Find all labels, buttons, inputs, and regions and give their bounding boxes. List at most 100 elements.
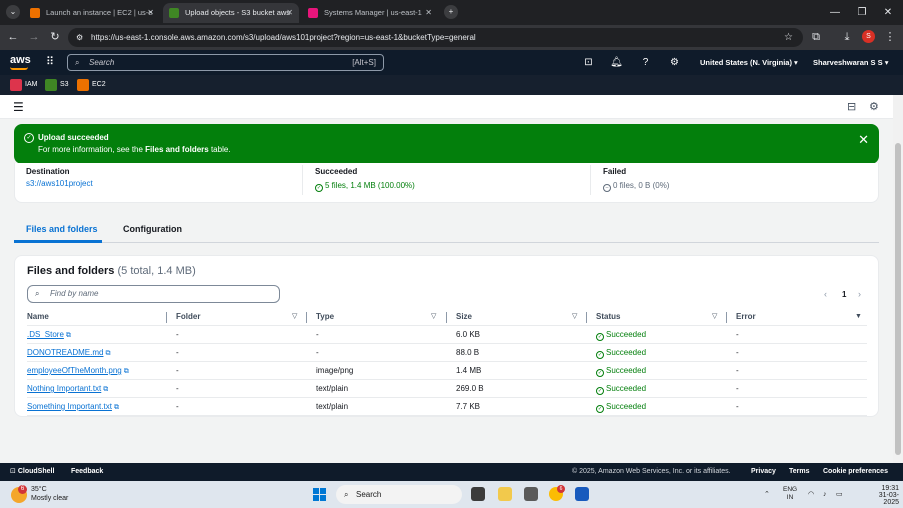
- sort-caret-icon[interactable]: ▼: [855, 311, 862, 323]
- column-status[interactable]: Status: [596, 311, 620, 323]
- file-type: text/plain: [316, 384, 349, 393]
- url-field[interactable]: ⚙ https://us-east-1.console.aws.amazon.c…: [68, 28, 803, 47]
- column-separator[interactable]: [446, 312, 447, 323]
- windows-start-icon[interactable]: [313, 488, 326, 501]
- file-name-link[interactable]: .DS_Store ⧉: [27, 330, 71, 340]
- find-by-name-input[interactable]: ⌕ Find by name: [27, 285, 280, 303]
- language-indicator[interactable]: ENG IN: [783, 486, 797, 502]
- column-name[interactable]: Name: [27, 311, 49, 323]
- wifi-icon[interactable]: ◠: [808, 481, 814, 508]
- prev-page-icon[interactable]: ‹: [824, 289, 827, 299]
- cloudshell-icon[interactable]: ⊡: [582, 56, 595, 69]
- info-panel-icon[interactable]: ⊟: [847, 100, 856, 113]
- file-name-link[interactable]: Something Important.txt ⧉: [27, 402, 119, 412]
- column-error[interactable]: Error: [736, 311, 756, 323]
- tray-chevron-icon[interactable]: ⌃: [764, 481, 770, 508]
- terminal-app-icon[interactable]: [471, 487, 485, 501]
- browser-tab-ec2[interactable]: Launch an instance | EC2 | us-e ✕: [24, 3, 160, 23]
- download-icon[interactable]: ⤓: [840, 30, 854, 44]
- bell-icon[interactable]: 🔔︎: [610, 56, 623, 69]
- succeeded-value-row: ✓ 5 files, 1.4 MB (100.00%): [315, 181, 415, 192]
- ssm-favicon-icon: [308, 8, 318, 18]
- close-tab-icon[interactable]: ✕: [147, 3, 154, 23]
- column-separator[interactable]: [166, 312, 167, 323]
- taskbar-search[interactable]: ⌕ Search: [336, 485, 462, 504]
- success-check-icon: ✓: [596, 387, 604, 395]
- file-name-link[interactable]: Nothing Important.txt ⧉: [27, 384, 108, 394]
- cloudshell-link[interactable]: ⊡ CloudShell: [10, 463, 54, 481]
- column-type[interactable]: Type: [316, 311, 334, 323]
- close-window-icon[interactable]: ✕: [873, 0, 903, 25]
- app-icon[interactable]: [524, 487, 538, 501]
- account-menu[interactable]: Sharveshwaran S S ▾: [813, 50, 888, 75]
- forward-icon[interactable]: →: [27, 30, 41, 44]
- menu-dots-icon[interactable]: ⋮: [883, 30, 897, 44]
- region-selector[interactable]: United States (N. Virginia) ▾: [700, 50, 798, 75]
- minimize-icon[interactable]: —: [820, 0, 850, 25]
- back-icon[interactable]: ←: [6, 30, 20, 44]
- gear-icon[interactable]: ⚙: [668, 56, 681, 69]
- battery-icon[interactable]: ▭: [836, 481, 843, 508]
- word-icon[interactable]: [575, 487, 589, 501]
- browser-tab-ssm[interactable]: Systems Manager | us-east-1 ✕: [302, 3, 438, 23]
- site-info-icon[interactable]: ⚙: [76, 28, 83, 47]
- success-check-icon: ✓: [596, 333, 604, 341]
- tab-files-and-folders[interactable]: Files and folders: [26, 224, 98, 234]
- table-row: DONOTREADME.md ⧉ - - 88.0 B ✓ Succeeded -: [27, 344, 867, 362]
- upload-summary: Destination s3://aws101project Succeeded…: [14, 163, 879, 203]
- settings-cog-icon[interactable]: ⚙: [869, 100, 879, 113]
- page-scrollbar[interactable]: [893, 95, 903, 463]
- help-icon[interactable]: ?: [639, 56, 652, 69]
- scroll-thumb[interactable]: [895, 143, 901, 455]
- feedback-link[interactable]: Feedback: [71, 463, 103, 481]
- banner-message: For more information, see the Files and …: [38, 145, 231, 154]
- table-row: employeeOfTheMonth.png ⧉ - image/png 1.4 MB ✓…: [27, 362, 867, 380]
- browser-tab-s3[interactable]: Upload objects - S3 bucket aws ✕: [163, 3, 299, 23]
- failed-label: Failed: [603, 167, 627, 176]
- close-tab-icon[interactable]: ✕: [286, 3, 293, 23]
- file-folder: -: [176, 366, 179, 375]
- tab-configuration[interactable]: Configuration: [123, 224, 182, 234]
- favorite-iam[interactable]: IAM: [10, 79, 37, 91]
- file-name-link[interactable]: employeeOfTheMonth.png ⧉: [27, 366, 129, 376]
- sort-caret-icon[interactable]: ▽: [712, 311, 717, 323]
- profile-avatar[interactable]: S: [862, 30, 875, 43]
- column-separator[interactable]: [726, 312, 727, 323]
- file-name-link[interactable]: DONOTREADME.md ⧉: [27, 348, 110, 358]
- sort-caret-icon[interactable]: ▽: [572, 311, 577, 323]
- file-status: ✓ Succeeded: [596, 330, 646, 341]
- close-banner-icon[interactable]: ✕: [858, 132, 869, 148]
- favorite-ec2[interactable]: EC2: [77, 79, 106, 91]
- tab-search-icon[interactable]: ⌄: [6, 5, 20, 19]
- file-explorer-icon[interactable]: [498, 487, 512, 501]
- file-error: -: [736, 330, 739, 339]
- bookmark-star-icon[interactable]: ☆: [784, 28, 793, 47]
- extensions-icon[interactable]: ⧉: [809, 30, 823, 44]
- services-grid-icon[interactable]: ⠿: [46, 56, 58, 68]
- new-tab-icon[interactable]: +: [444, 5, 458, 19]
- external-link-icon: ⧉: [65, 332, 71, 339]
- hamburger-menu-icon[interactable]: ☰: [13, 100, 24, 114]
- cookie-preferences-link[interactable]: Cookie preferences: [823, 463, 888, 481]
- column-folder[interactable]: Folder: [176, 311, 200, 323]
- aws-search-input[interactable]: ⌕ Search [Alt+S]: [67, 54, 384, 71]
- aws-top-nav: aws ⠿ ⌕ Search [Alt+S] ⊡ 🔔︎ ? ⚙ United S…: [0, 50, 903, 75]
- privacy-link[interactable]: Privacy: [751, 463, 776, 481]
- favorite-s3[interactable]: S3: [45, 79, 69, 91]
- column-size[interactable]: Size: [456, 311, 472, 323]
- browser-tab-bar: ⌄ Launch an instance | EC2 | us-e ✕ Uplo…: [0, 0, 903, 25]
- s3-service-icon: [45, 79, 57, 91]
- column-separator[interactable]: [586, 312, 587, 323]
- sort-caret-icon[interactable]: ▽: [431, 311, 436, 323]
- volume-icon[interactable]: ♪: [823, 481, 827, 508]
- page-number[interactable]: 1: [842, 290, 846, 299]
- aws-logo[interactable]: aws: [10, 54, 31, 66]
- terms-link[interactable]: Terms: [789, 463, 810, 481]
- clock[interactable]: 19:31 31-03-2025: [871, 485, 899, 506]
- sort-caret-icon[interactable]: ▽: [292, 311, 297, 323]
- close-tab-icon[interactable]: ✕: [425, 3, 432, 23]
- reload-icon[interactable]: ↻: [48, 30, 62, 44]
- next-page-icon[interactable]: ›: [858, 289, 861, 299]
- column-separator[interactable]: [306, 312, 307, 323]
- destination-link[interactable]: s3://aws101project: [26, 179, 93, 188]
